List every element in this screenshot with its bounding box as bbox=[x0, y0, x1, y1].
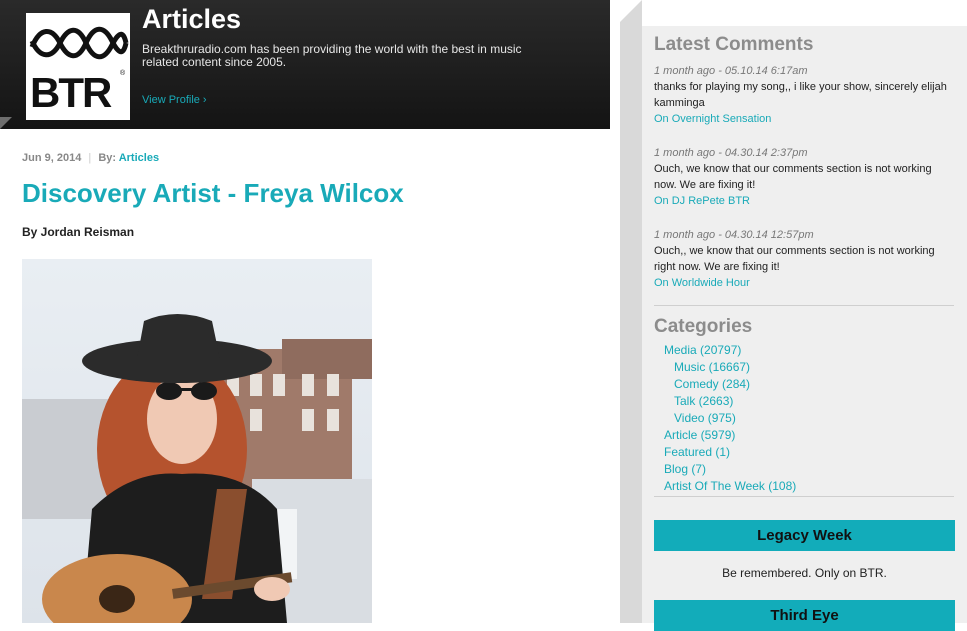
profile-description: Breakthruradio.com has been providing th… bbox=[142, 42, 522, 69]
view-profile-link[interactable]: View Profile › bbox=[142, 94, 207, 106]
comment-source-link[interactable]: On Worldwide Hour bbox=[654, 275, 954, 291]
category-item: Blog (7) bbox=[664, 461, 796, 478]
category-link-comedy[interactable]: Comedy (284) bbox=[674, 377, 750, 391]
article-category-link[interactable]: Articles bbox=[119, 152, 159, 164]
category-item: Talk (2663) bbox=[664, 393, 796, 410]
comment-meta: 1 month ago - 04.30.14 12:57pm bbox=[654, 229, 814, 241]
category-item: Music (16667) bbox=[664, 359, 796, 376]
third-eye-banner[interactable]: Third Eye bbox=[654, 600, 955, 631]
sidebar: Latest Comments 1 month ago - 05.10.14 6… bbox=[642, 26, 967, 631]
category-link-music[interactable]: Music (16667) bbox=[674, 360, 750, 374]
comment-source-link[interactable]: On Overnight Sensation bbox=[654, 111, 954, 127]
legacy-week-banner[interactable]: Legacy Week bbox=[654, 520, 955, 551]
category-link-media[interactable]: Media (20797) bbox=[664, 343, 741, 357]
category-item: Artist Of The Week (108) bbox=[664, 478, 796, 495]
btr-logo[interactable]: BTR ® bbox=[26, 13, 130, 120]
comment-text: Ouch,, we know that our comments section… bbox=[654, 245, 935, 273]
btr-wave-icon bbox=[29, 26, 129, 60]
sidebar-gutter bbox=[620, 0, 642, 623]
page-title: Articles bbox=[142, 4, 242, 34]
sidebar-divider bbox=[654, 496, 954, 497]
article-meta: Jun 9, 2014 | By: Articles bbox=[22, 152, 159, 164]
category-item: Featured (1) bbox=[664, 444, 796, 461]
article-byline: By Jordan Reisman bbox=[22, 225, 135, 239]
category-link-featured[interactable]: Featured (1) bbox=[664, 445, 730, 459]
comment-item: 1 month ago - 05.10.14 6:17am thanks for… bbox=[654, 63, 954, 127]
sidebar-fold-decoration bbox=[620, 0, 642, 22]
profile-header: BTR ® Articles Breakthruradio.com has be… bbox=[0, 0, 610, 129]
category-item: Comedy (284) bbox=[664, 376, 796, 393]
category-item: Article (5979) bbox=[664, 427, 796, 444]
category-link-article[interactable]: Article (5979) bbox=[664, 428, 735, 442]
comment-item: 1 month ago - 04.30.14 2:37pm Ouch, we k… bbox=[654, 145, 954, 209]
article-date: Jun 9, 2014 bbox=[22, 152, 82, 164]
category-item: Media (20797) bbox=[664, 342, 796, 359]
comment-source-link[interactable]: On DJ RePete BTR bbox=[654, 193, 954, 209]
comment-text: thanks for playing my song,, i like your… bbox=[654, 81, 947, 109]
category-link-artist-of-the-week[interactable]: Artist Of The Week (108) bbox=[664, 479, 796, 493]
comment-meta: 1 month ago - 04.30.14 2:37pm bbox=[654, 147, 808, 159]
registered-mark: ® bbox=[120, 70, 126, 77]
article-photo bbox=[22, 259, 372, 623]
categories-heading: Categories bbox=[654, 316, 753, 337]
category-list: Media (20797) Music (16667) Comedy (284)… bbox=[664, 342, 796, 495]
meta-separator: | bbox=[88, 152, 92, 164]
sidebar-divider bbox=[654, 305, 954, 306]
header-fold-decoration bbox=[0, 117, 12, 129]
comment-text: Ouch, we know that our comments section … bbox=[654, 163, 932, 191]
legacy-week-tagline: Be remembered. Only on BTR. bbox=[722, 566, 887, 580]
comment-meta: 1 month ago - 05.10.14 6:17am bbox=[654, 65, 808, 77]
logo-text: BTR bbox=[30, 69, 112, 116]
category-link-blog[interactable]: Blog (7) bbox=[664, 462, 706, 476]
article-title[interactable]: Discovery Artist - Freya Wilcox bbox=[22, 178, 404, 209]
category-item: Video (975) bbox=[664, 410, 796, 427]
category-link-talk[interactable]: Talk (2663) bbox=[674, 394, 733, 408]
comment-item: 1 month ago - 04.30.14 12:57pm Ouch,, we… bbox=[654, 227, 954, 291]
by-label: By: bbox=[98, 152, 117, 164]
latest-comments-heading: Latest Comments bbox=[654, 34, 814, 55]
category-link-video[interactable]: Video (975) bbox=[674, 411, 736, 425]
